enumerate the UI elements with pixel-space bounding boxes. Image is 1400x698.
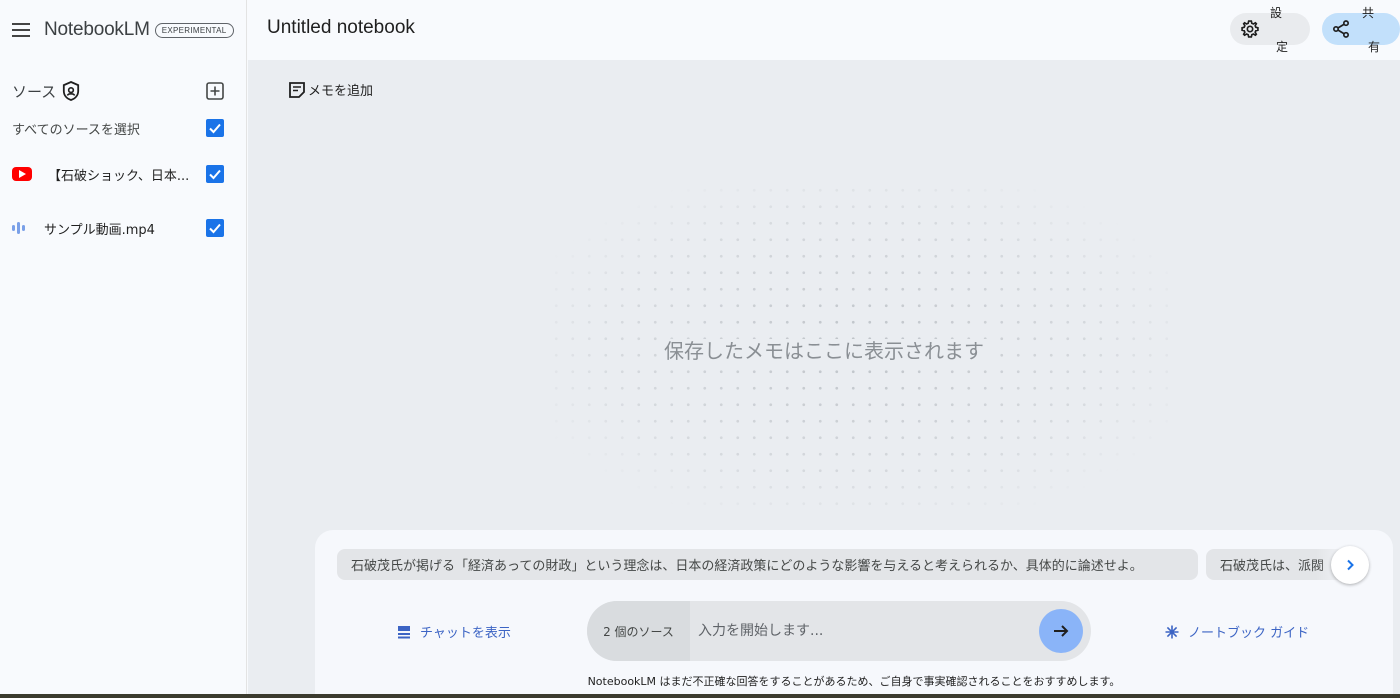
settings-label-2: 定 xyxy=(1276,40,1289,54)
add-note-label: メモを追加 xyxy=(308,84,374,99)
add-note-button[interactable]: メモを追加 xyxy=(288,80,373,99)
audio-icon xyxy=(12,221,30,235)
sparkle-icon xyxy=(1165,625,1179,638)
share-icon xyxy=(1333,20,1349,38)
disclaimer-text: NotebookLM はまだ不正確な回答をすることがあるため、ご自身で事実確認さ… xyxy=(587,675,1121,688)
select-all-label: すべてのソースを選択 xyxy=(12,122,140,138)
shield-icon[interactable] xyxy=(62,81,80,101)
source-checkbox[interactable] xyxy=(206,165,224,183)
notebook-guide-label: ノートブック ガイド xyxy=(1188,626,1310,641)
suggestion-text: 石破茂氏が掲げる「経済あっての財政」という理念は、日本の経済政策にどのような影響… xyxy=(351,559,1143,574)
experimental-badge: EXPERIMENTAL xyxy=(154,22,234,38)
settings-label-1: 設 xyxy=(1270,6,1283,20)
source-title[interactable]: 【石破ショック、日本... xyxy=(48,165,189,184)
select-all-checkbox[interactable] xyxy=(206,119,224,137)
gear-icon xyxy=(1241,20,1259,38)
notebook-guide-button[interactable]: ノートブック ガイド xyxy=(1165,622,1309,641)
share-button[interactable]: 共 有 xyxy=(1322,6,1400,54)
settings-button[interactable]: 設 定 xyxy=(1230,6,1310,54)
suggestion-text: 石破茂氏は、派閥 xyxy=(1220,559,1325,574)
chat-input-bar: 2 個のソース xyxy=(587,601,1091,661)
add-source-icon[interactable] xyxy=(206,82,224,100)
brand-bar: NotebookLM EXPERIMENTAL xyxy=(0,0,247,60)
header: Untitled notebook 設 定 共 有 xyxy=(248,0,1400,60)
show-chat-label: チャットを表示 xyxy=(420,626,511,641)
next-suggestions-button[interactable] xyxy=(1331,546,1369,584)
source-title[interactable]: サンプル動画.mp4 xyxy=(44,219,155,238)
sources-title: ソース xyxy=(12,82,57,101)
taskbar-edge xyxy=(0,694,1400,698)
suggestion-chip[interactable]: 石破茂氏が掲げる「経済あっての財政」という理念は、日本の経済政策にどのような影響… xyxy=(337,549,1198,580)
menu-icon[interactable] xyxy=(12,23,30,37)
sources-header: ソース xyxy=(12,78,224,104)
youtube-icon xyxy=(12,167,32,181)
send-button[interactable] xyxy=(1039,609,1083,653)
share-label-1: 共 xyxy=(1362,6,1375,20)
source-item[interactable]: 【石破ショック、日本... xyxy=(12,162,224,186)
check-icon xyxy=(209,123,221,134)
check-icon xyxy=(209,223,221,234)
sidebar: NotebookLM EXPERIMENTAL ソース すべてのソースを選択 【… xyxy=(0,0,247,698)
notes-area: メモを追加 保存したメモはここに表示されます 石破茂氏が掲げる「経済あっての財政… xyxy=(248,60,1400,698)
brand-name: NotebookLM xyxy=(44,19,150,40)
arrow-right-icon xyxy=(1054,625,1069,637)
note-add-icon xyxy=(289,81,305,98)
source-item[interactable]: サンプル動画.mp4 xyxy=(12,216,224,240)
empty-notes-message: 保存したメモはここに表示されます xyxy=(248,335,1400,364)
select-all-row: すべてのソースを選択 xyxy=(12,116,224,140)
source-checkbox[interactable] xyxy=(206,219,224,237)
chevron-right-icon xyxy=(1347,559,1354,571)
show-chat-button[interactable]: チャットを表示 xyxy=(397,622,511,641)
chat-input[interactable] xyxy=(690,601,1030,661)
check-icon xyxy=(209,169,221,180)
source-count-label: 2 個のソース xyxy=(603,624,674,639)
source-count-button[interactable]: 2 個のソース xyxy=(587,601,690,661)
chat-icon xyxy=(398,625,410,638)
chat-panel: 石破茂氏が掲げる「経済あっての財政」という理念は、日本の経済政策にどのような影響… xyxy=(315,530,1393,698)
notebook-title[interactable]: Untitled notebook xyxy=(267,17,415,39)
share-label-2: 有 xyxy=(1368,40,1381,54)
